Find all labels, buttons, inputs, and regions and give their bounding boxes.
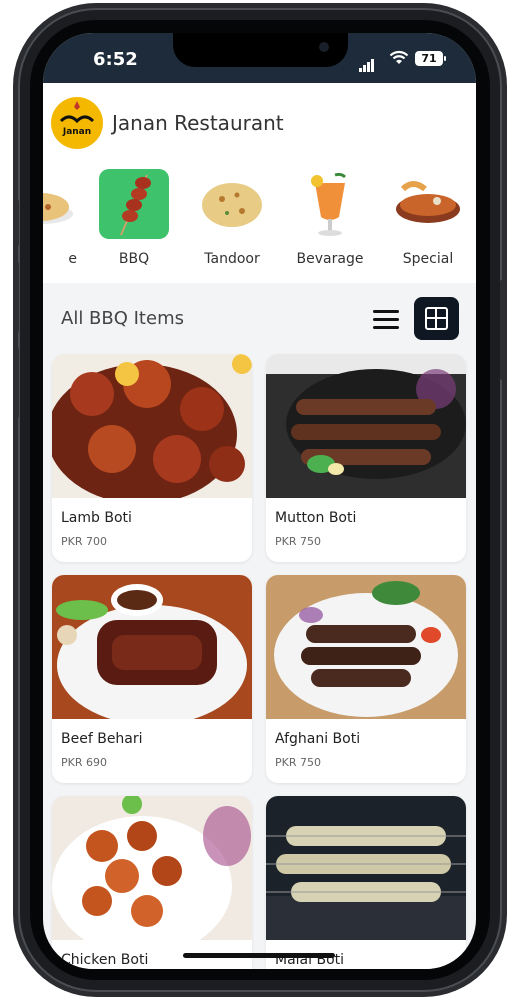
category-item-special[interactable]: Special [388, 167, 468, 277]
cocktail-icon [311, 172, 347, 236]
item-photo [52, 796, 252, 940]
item-name: Afghani Boti [275, 731, 361, 747]
item-price: PKR 750 [275, 756, 321, 769]
status-bar: 6:52 71 [43, 33, 476, 83]
menu-item-card[interactable]: Malai Boti [266, 796, 466, 969]
restaurant-logo: Janan [51, 97, 103, 149]
home-indicator[interactable] [183, 953, 335, 958]
menu-item-card[interactable]: Afghani Boti PKR 750 [266, 575, 466, 783]
signal-icon [359, 53, 375, 72]
item-photo [52, 354, 252, 498]
item-price: PKR 700 [61, 535, 107, 548]
app-title: Janan Restaurant [112, 111, 284, 135]
item-photo [266, 354, 466, 498]
category-item-bevarage[interactable]: Bevarage [290, 167, 370, 277]
item-photo [52, 575, 252, 719]
skewer-icon [120, 174, 151, 236]
item-photo [266, 796, 466, 940]
menu-item-card[interactable]: Beef Behari PKR 690 [52, 575, 252, 783]
item-name: Chicken Boti [61, 952, 149, 968]
wifi-icon [389, 50, 409, 64]
item-name: Beef Behari [61, 731, 143, 747]
naan-icon [202, 183, 262, 227]
dynamic-island [173, 33, 348, 67]
rice-dish-icon [43, 193, 73, 224]
category-item-partial[interactable]: e [43, 167, 81, 277]
category-label: Special [402, 251, 454, 267]
volume-down-button [15, 348, 19, 418]
category-label: e [68, 251, 77, 267]
item-photo [266, 575, 466, 719]
status-time: 6:52 [93, 49, 138, 70]
front-camera-icon [319, 42, 329, 52]
battery-icon: 71 [415, 51, 446, 66]
section-title: All BBQ Items [61, 308, 184, 329]
category-item-tandoor[interactable]: Tandoor [192, 167, 272, 277]
screen: 6:52 71 Janan Janan Restaurant e BBQ Tan… [43, 33, 476, 969]
category-image [99, 169, 169, 239]
category-label: BBQ [118, 251, 150, 267]
category-scroller[interactable]: e BBQ Tandoor Bevarage Special [43, 167, 476, 277]
menu-item-card[interactable]: Mutton Boti PKR 750 [266, 354, 466, 562]
category-item-bbq[interactable]: BBQ [94, 167, 174, 277]
menu-item-card[interactable]: Chicken Boti [52, 796, 252, 969]
item-name: Mutton Boti [275, 510, 357, 526]
list-view-button[interactable] [371, 305, 401, 333]
volume-up-button [15, 262, 19, 332]
action-button [15, 200, 19, 246]
item-price: PKR 750 [275, 535, 321, 548]
item-price: PKR 690 [61, 756, 107, 769]
grid-view-button[interactable] [414, 297, 459, 340]
category-label: Tandoor [204, 251, 260, 267]
logo-text: Janan [62, 127, 92, 137]
curry-dish-icon [396, 181, 460, 223]
menu-item-card[interactable]: Lamb Boti PKR 700 [52, 354, 252, 562]
section-header: All BBQ Items [43, 283, 476, 353]
category-label: Bevarage [296, 251, 364, 267]
power-button [500, 280, 504, 380]
item-name: Lamb Boti [61, 510, 132, 526]
app-header: Janan Janan Restaurant e BBQ Tandoor Bev… [43, 83, 476, 283]
